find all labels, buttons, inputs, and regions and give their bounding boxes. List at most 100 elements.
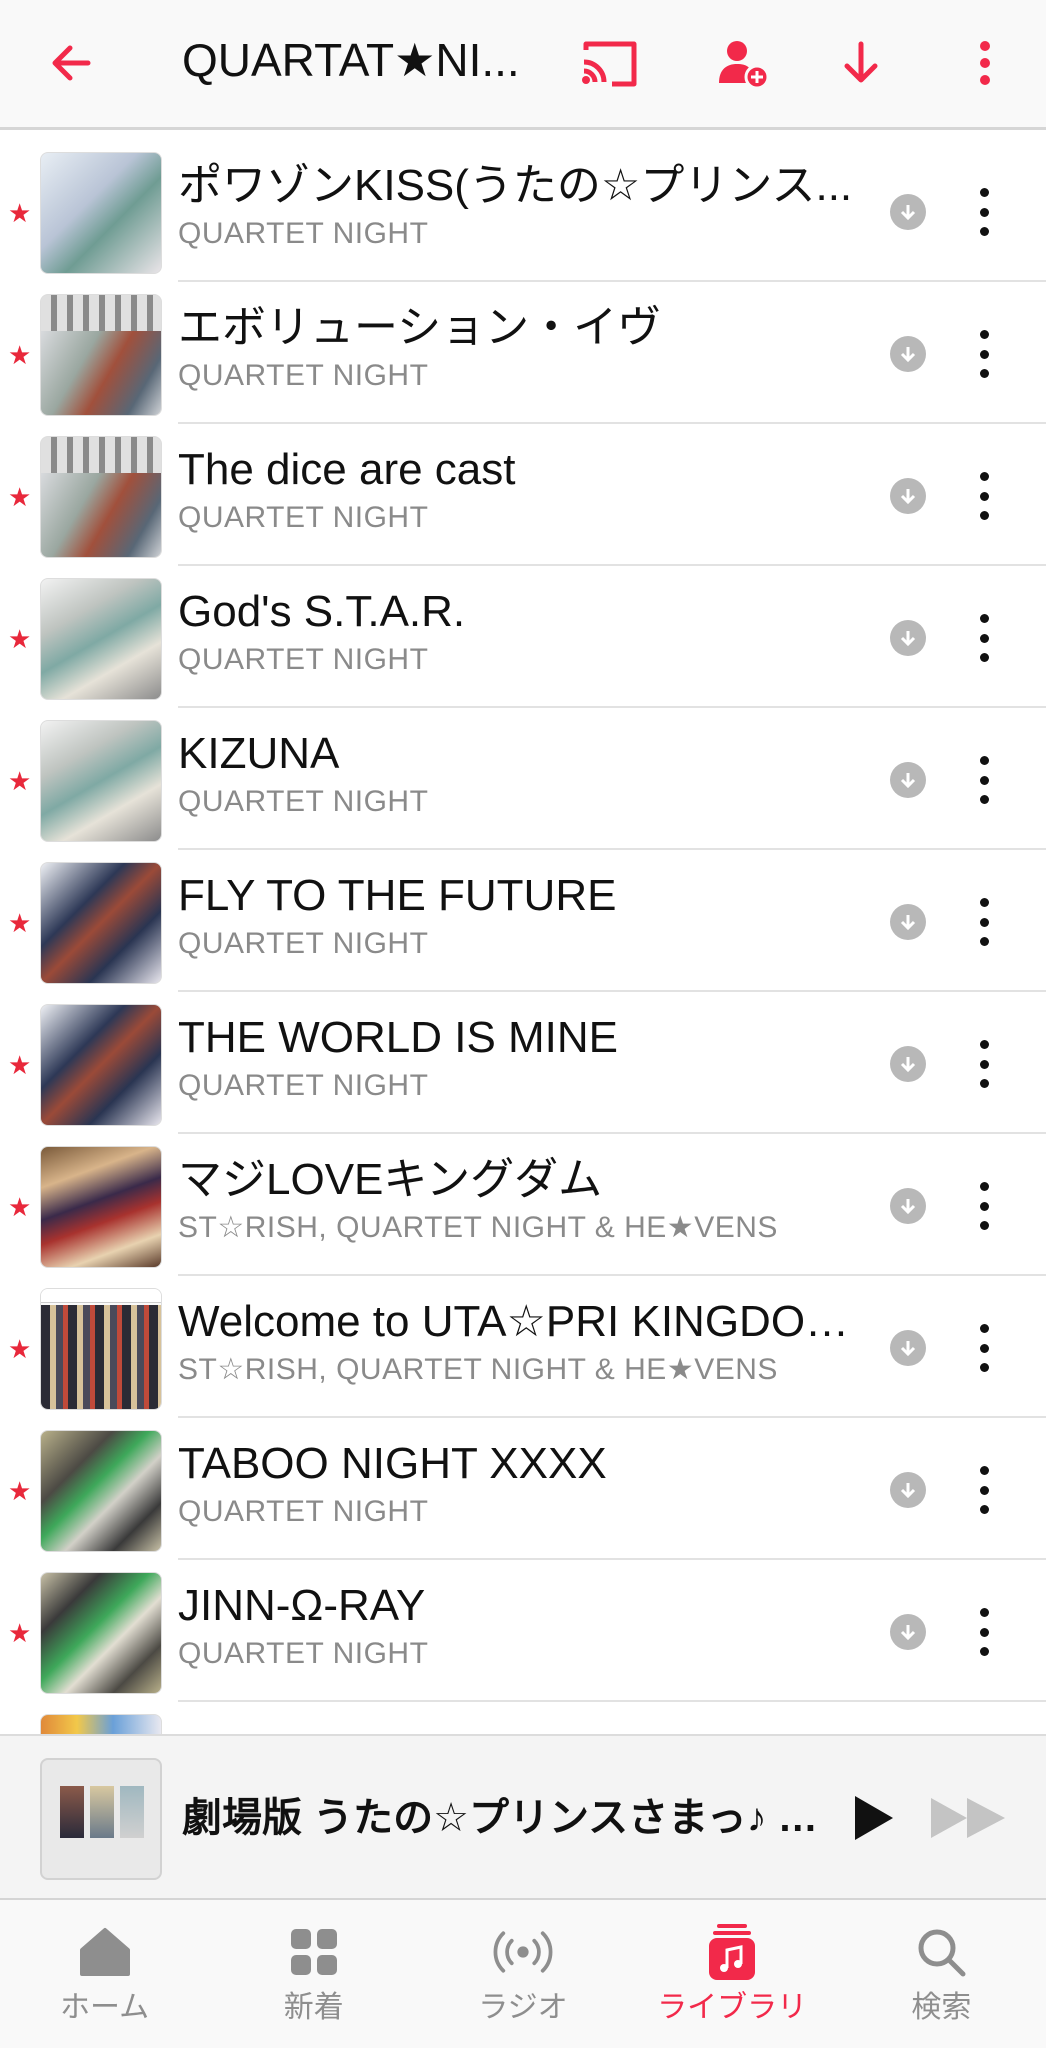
- download-button[interactable]: [890, 762, 926, 798]
- track-row[interactable]: ★ ポワゾンKISS(うたの☆プリンス... QUARTET NIGHT: [0, 140, 1046, 282]
- artist-name: ST☆RISH, QUARTET NIGHT & HE★VENS: [178, 1211, 778, 1244]
- top-bar: QUARTAT★NI...: [0, 0, 1046, 130]
- song-title: JINN-Ω-RAY: [178, 1581, 426, 1630]
- person-add-icon: [719, 41, 769, 89]
- download-icon: [900, 489, 916, 505]
- download-button[interactable]: [890, 336, 926, 372]
- download-button[interactable]: [890, 1046, 926, 1082]
- artist-name: QUARTET NIGHT: [178, 359, 429, 392]
- mini-player[interactable]: 劇場版 うたの☆プリンスさまっ♪ T...: [0, 1734, 1046, 1898]
- track-row-partial[interactable]: [0, 1702, 1046, 1734]
- album-art: [40, 1004, 162, 1126]
- more-vertical-icon: [980, 41, 990, 85]
- track-row[interactable]: ★ Welcome to UTA☆PRI KINGDOM!! ST☆RISH, …: [0, 1276, 1046, 1418]
- track-row[interactable]: ★ God's S.T.A.R. QUARTET NIGHT: [0, 566, 1046, 708]
- track-more-button[interactable]: [964, 610, 1004, 666]
- download-icon: [900, 1483, 916, 1499]
- download-icon: [900, 1341, 916, 1357]
- tab-library[interactable]: ライブラリ: [628, 1900, 837, 2048]
- song-title: The dice are cast: [178, 445, 516, 494]
- download-button[interactable]: [890, 904, 926, 940]
- track-more-button[interactable]: [964, 468, 1004, 524]
- favorite-star-icon: ★: [8, 1334, 32, 1364]
- track-list[interactable]: ★ ポワゾンKISS(うたの☆プリンス... QUARTET NIGHT ★ エ…: [0, 140, 1046, 1734]
- download-button[interactable]: [890, 1330, 926, 1366]
- album-art: [40, 152, 162, 274]
- play-icon: [855, 1796, 893, 1840]
- song-title: THE WORLD IS MINE: [178, 1013, 619, 1062]
- download-icon: [900, 773, 916, 789]
- download-button[interactable]: [890, 194, 926, 230]
- back-button[interactable]: [28, 20, 114, 106]
- now-playing-title: 劇場版 うたの☆プリンスさまっ♪ T...: [182, 1796, 818, 1840]
- tab-new[interactable]: 新着: [209, 1900, 418, 2048]
- favorite-star-icon: ★: [8, 908, 32, 938]
- favorite-star-icon: ★: [8, 482, 32, 512]
- download-button[interactable]: [890, 478, 926, 514]
- album-art: [40, 720, 162, 842]
- track-more-button[interactable]: [964, 752, 1004, 808]
- tab-bar: ホーム 新着 ラジオ ライブラリ 検索: [0, 1898, 1046, 2048]
- favorite-star-icon: ★: [8, 766, 32, 796]
- track-more-button[interactable]: [964, 184, 1004, 240]
- song-title: FLY TO THE FUTURE: [178, 871, 617, 920]
- favorite-star-icon: ★: [8, 1050, 32, 1080]
- tab-search[interactable]: 検索: [837, 1900, 1046, 2048]
- page-title: QUARTAT★NI...: [182, 34, 520, 86]
- favorite-star-icon: ★: [8, 198, 32, 228]
- tab-radio[interactable]: ラジオ: [418, 1900, 627, 2048]
- favorite-star-icon: ★: [8, 1476, 32, 1506]
- library-icon: [709, 1924, 756, 1980]
- favorite-star-icon: ★: [8, 1192, 32, 1222]
- fast-forward-button[interactable]: [924, 1780, 1012, 1856]
- track-row[interactable]: ★ エボリューション・イヴ QUARTET NIGHT: [0, 282, 1046, 424]
- radio-icon: [493, 1931, 553, 1973]
- add-follower-button[interactable]: [700, 20, 786, 106]
- track-row[interactable]: ★ JINN-Ω-RAY QUARTET NIGHT: [0, 1560, 1046, 1702]
- arrow-left-icon: [52, 45, 91, 81]
- download-button[interactable]: [890, 620, 926, 656]
- song-title: Welcome to UTA☆PRI KINGDOM!!: [178, 1297, 856, 1346]
- album-art: [40, 1714, 162, 1734]
- track-row[interactable]: ★ FLY TO THE FUTURE QUARTET NIGHT: [0, 850, 1046, 992]
- track-more-button[interactable]: [964, 326, 1004, 382]
- more-options-button[interactable]: [942, 20, 1028, 106]
- artist-name: QUARTET NIGHT: [178, 643, 429, 676]
- song-title: ポワゾンKISS(うたの☆プリンス...: [178, 161, 853, 210]
- track-more-button[interactable]: [964, 894, 1004, 950]
- artist-name: QUARTET NIGHT: [178, 1637, 429, 1670]
- download-icon: [900, 915, 916, 931]
- download-button[interactable]: [890, 1472, 926, 1508]
- download-button[interactable]: [890, 1614, 926, 1650]
- track-more-button[interactable]: [964, 1604, 1004, 1660]
- track-more-button[interactable]: [964, 1320, 1004, 1376]
- song-title: エボリューション・イヴ: [178, 303, 662, 352]
- artist-name: ST☆RISH, QUARTET NIGHT & HE★VENS: [178, 1353, 778, 1386]
- track-row[interactable]: ★ THE WORLD IS MINE QUARTET NIGHT: [0, 992, 1046, 1134]
- album-art: [40, 436, 162, 558]
- track-row[interactable]: ★ TABOO NIGHT XXXX QUARTET NIGHT: [0, 1418, 1046, 1560]
- play-button[interactable]: [838, 1780, 908, 1856]
- track-more-button[interactable]: [964, 1462, 1004, 1518]
- track-row[interactable]: ★ マジLOVEキングダム ST☆RISH, QUARTET NIGHT & H…: [0, 1134, 1046, 1276]
- tab-home[interactable]: ホーム: [0, 1900, 209, 2048]
- download-all-button[interactable]: [818, 20, 904, 106]
- favorite-star-icon: ★: [8, 1618, 32, 1648]
- track-more-button[interactable]: [964, 1036, 1004, 1092]
- cast-button[interactable]: [566, 20, 652, 106]
- search-icon: [918, 1929, 966, 1977]
- tab-label: ライブラリ: [657, 1991, 808, 2024]
- album-art: [40, 1572, 162, 1694]
- artist-name: QUARTET NIGHT: [178, 1495, 429, 1528]
- album-art: [40, 1430, 162, 1552]
- tab-label: ホーム: [60, 1991, 150, 2024]
- track-more-button[interactable]: [964, 1178, 1004, 1234]
- favorite-star-icon: ★: [8, 340, 32, 370]
- song-title: マジLOVEキングダム: [178, 1155, 603, 1204]
- artist-name: QUARTET NIGHT: [178, 1069, 429, 1102]
- track-row[interactable]: ★ KIZUNA QUARTET NIGHT: [0, 708, 1046, 850]
- album-art: [40, 862, 162, 984]
- grid-icon: [290, 1929, 337, 1975]
- download-button[interactable]: [890, 1188, 926, 1224]
- track-row[interactable]: ★ The dice are cast QUARTET NIGHT: [0, 424, 1046, 566]
